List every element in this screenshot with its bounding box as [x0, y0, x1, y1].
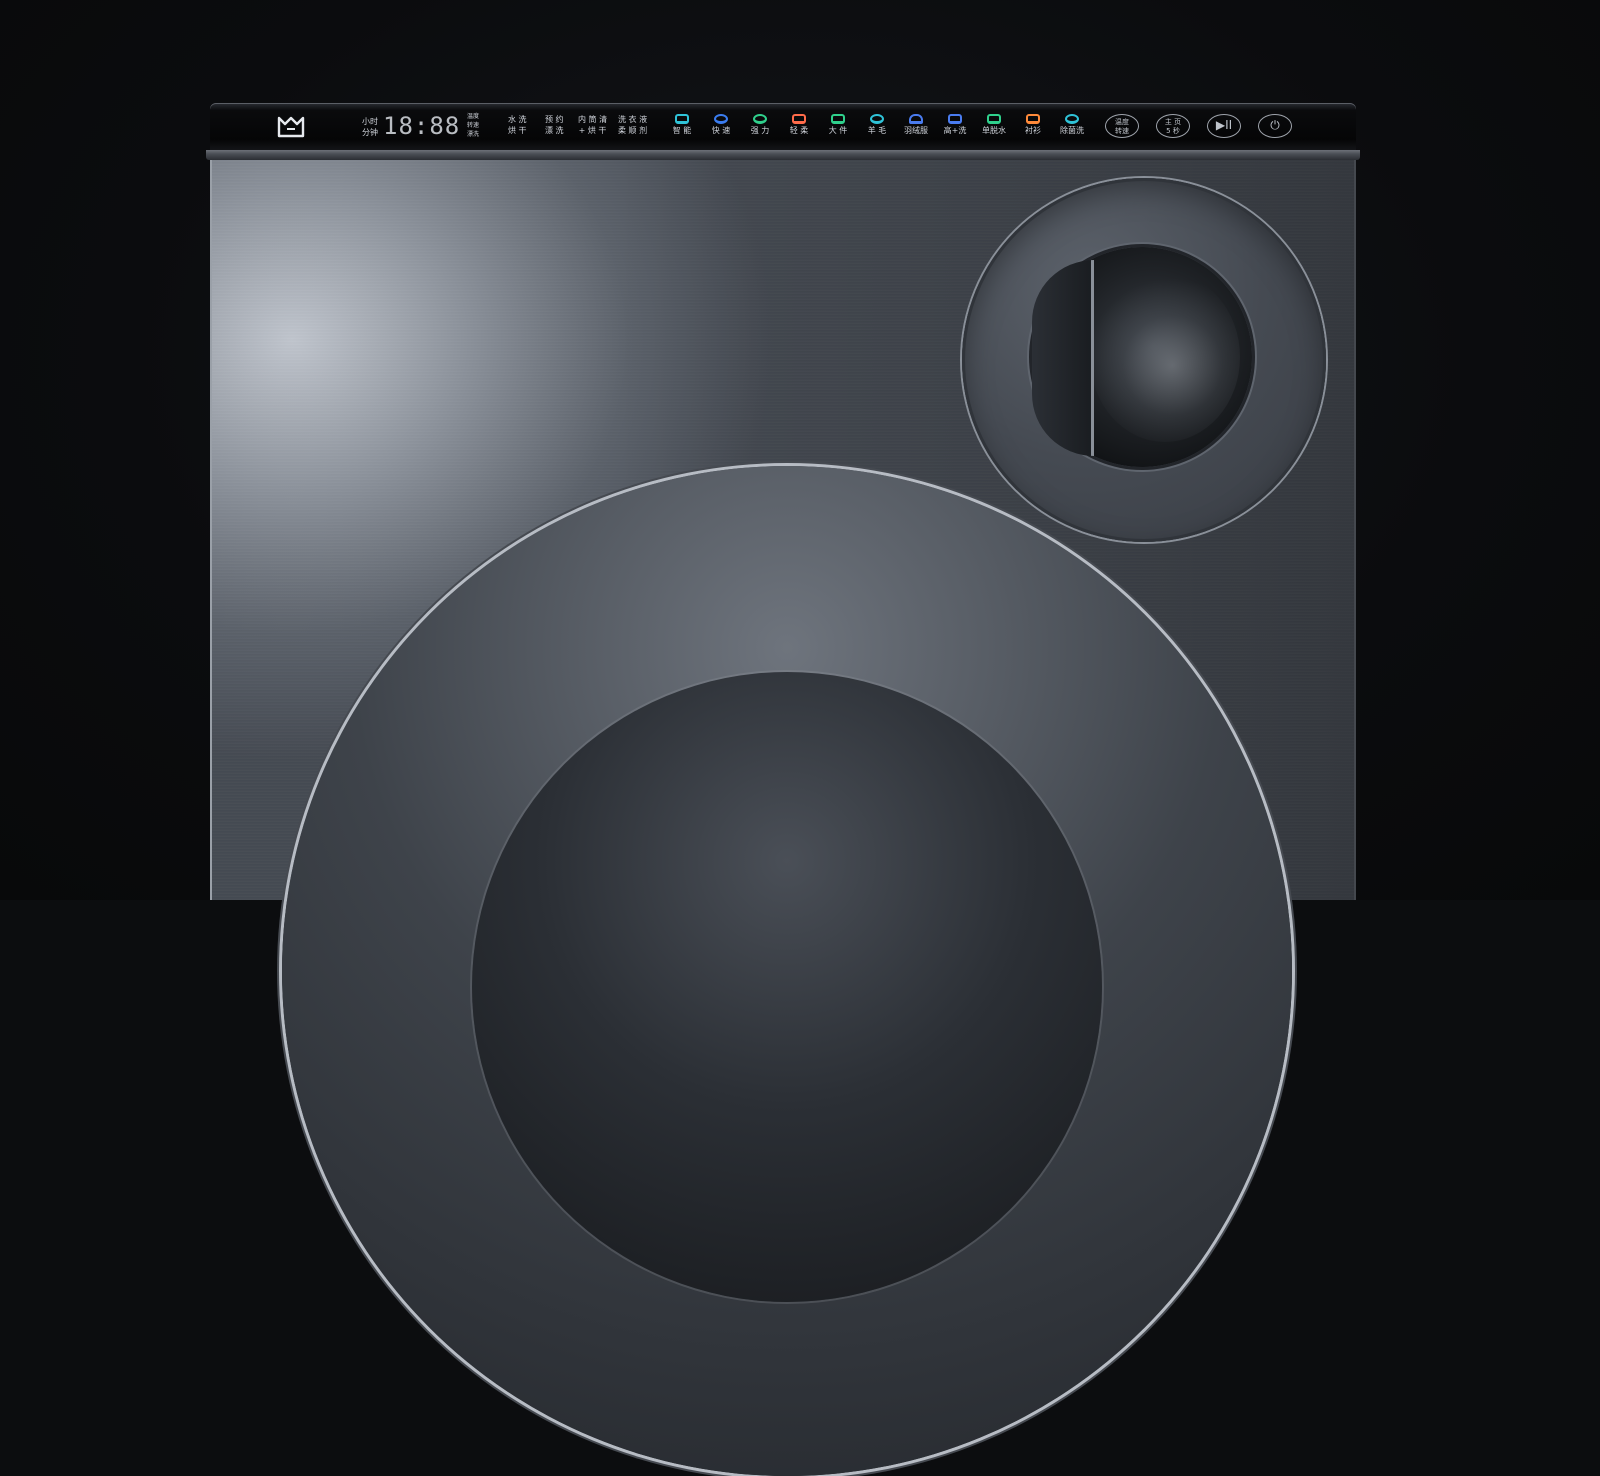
time-display: 18:88 — [383, 112, 461, 140]
mini-drum-reflection — [1090, 272, 1240, 442]
program-wash-plus[interactable]: 高+洗 — [937, 114, 973, 137]
program-label: 智 能 — [672, 126, 692, 135]
power-icon[interactable]: ⏻ — [1258, 114, 1292, 138]
option-top-label: 内 筒 清 — [578, 115, 608, 124]
yarn-icon — [870, 114, 884, 124]
program-label: 羊 毛 — [867, 126, 887, 135]
blanket-icon — [831, 114, 845, 124]
clock-icon — [714, 114, 728, 124]
shirt-icon — [1026, 114, 1040, 124]
program-label: 单脱水 — [982, 126, 1006, 135]
program-label: 轻 柔 — [789, 126, 809, 135]
option-button[interactable]: 内 筒 清 + 烘 干 — [578, 114, 607, 136]
sanitize-icon — [1065, 114, 1079, 124]
program-label: 大 件 — [828, 126, 848, 135]
shirt-icon — [792, 114, 806, 124]
home-button[interactable]: 主 页 5 秒 — [1156, 114, 1190, 138]
display-label-hour: 小时 — [362, 117, 378, 126]
program-spin[interactable]: 单脱水 — [976, 114, 1012, 137]
temp-speed-button[interactable]: 温度 转速 — [1105, 114, 1139, 138]
display-label-temp: 温度 — [467, 113, 480, 120]
option-button[interactable]: 预 约 漂 洗 — [545, 114, 564, 136]
option-bottom-label: 漂 洗 — [545, 126, 564, 135]
program-shirt[interactable]: 衬衫 — [1015, 114, 1051, 137]
program-sanitize[interactable]: 除菌洗 — [1054, 114, 1090, 137]
option-button[interactable]: 水 洗 烘 干 — [508, 114, 527, 136]
program-smart[interactable]: 智 能 — [664, 114, 700, 137]
program-indicator-icon — [753, 114, 767, 124]
play-pause-icon[interactable]: ▶II — [1207, 114, 1241, 138]
program-label: 衬衫 — [1025, 126, 1041, 135]
mi-home-logo-icon — [275, 114, 307, 140]
display-left-labels: 小时 分钟 — [362, 116, 378, 138]
display-label-minute: 分钟 — [362, 128, 378, 137]
program-down[interactable]: 羽绒服 — [898, 114, 934, 137]
option-button[interactable]: 洗 衣 液 柔 顺 剂 — [618, 114, 647, 136]
display-label-speed: 转速 — [467, 122, 480, 129]
option-bottom-label: 烘 干 — [508, 126, 527, 135]
mini-drum-door-handle[interactable] — [1032, 260, 1094, 456]
program-label: 高+洗 — [943, 126, 967, 135]
option-bottom-label: + 烘 干 — [578, 126, 607, 135]
program-label: 除菌洗 — [1060, 126, 1084, 135]
program-quick[interactable]: 快 速 — [703, 114, 739, 137]
shirt-icon — [987, 114, 1001, 124]
option-top-label: 洗 衣 液 — [618, 115, 648, 124]
option-bottom-label: 柔 顺 剂 — [618, 126, 648, 135]
program-indicator-icon — [675, 114, 689, 124]
shirt-icon — [948, 114, 962, 124]
program-wool[interactable]: 羊 毛 — [859, 114, 895, 137]
program-delicate[interactable]: 轻 柔 — [781, 114, 817, 137]
program-label: 快 速 — [711, 126, 731, 135]
display-right-labels: 温度 转速 漂洗 — [467, 112, 479, 139]
program-label: 强 力 — [750, 126, 770, 135]
program-label: 羽绒服 — [904, 126, 928, 135]
main-drum-door-glass[interactable] — [472, 672, 1102, 1302]
program-bulky[interactable]: 大 件 — [820, 114, 856, 137]
display-label-rinse: 漂洗 — [467, 131, 480, 138]
jacket-icon — [909, 114, 923, 124]
product-photo: 小时 分钟 18:88 温度 转速 漂洗 水 洗 烘 干 预 约 漂 洗 内 筒… — [0, 0, 1600, 1476]
option-top-label: 水 洗 — [508, 115, 527, 124]
option-top-label: 预 约 — [545, 115, 564, 124]
control-panel-lip — [206, 150, 1360, 160]
program-heavy[interactable]: 强 力 — [742, 114, 778, 137]
